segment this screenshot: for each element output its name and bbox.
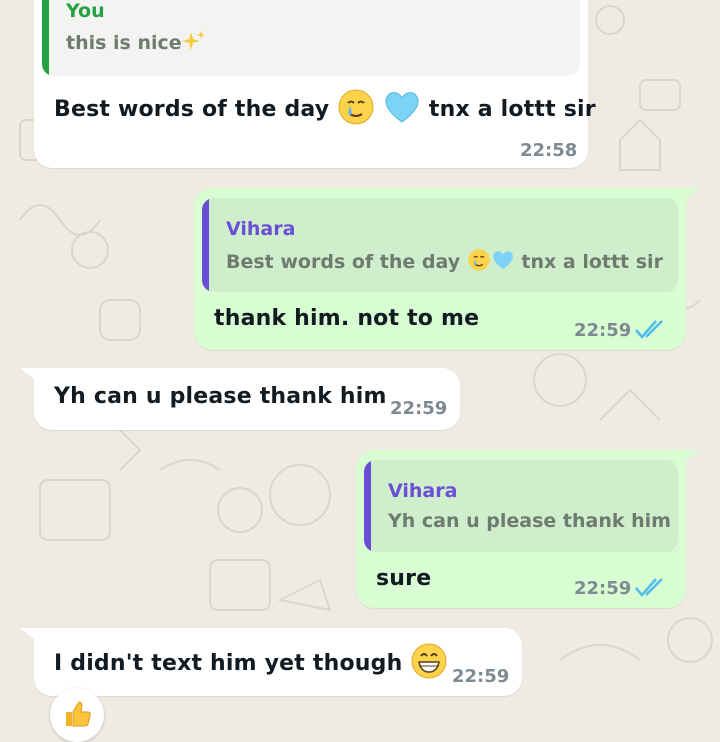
message-bubble-outgoing[interactable]: Vihara Yh can u please thank him sure 22… (356, 450, 686, 608)
message-timestamp: 22:59 (390, 398, 448, 419)
message-bubble-incoming[interactable]: Yh can u please thank him 22:59 (34, 368, 460, 430)
message-text-row: Best words of the day tnx a lottt sir (54, 88, 596, 132)
reaction-badge[interactable] (50, 688, 104, 742)
message-text: sure (376, 566, 432, 591)
crying-smile-emoji-icon (467, 248, 491, 277)
quote-text: this is nice (66, 32, 182, 54)
message-text: Yh can u please thank him (54, 384, 387, 409)
crying-smile-emoji-icon (337, 88, 375, 132)
message-text: I didn't text him yet though (54, 651, 403, 676)
quote-author: You (66, 0, 105, 22)
read-double-check-icon (635, 320, 663, 339)
message-bubble-outgoing[interactable]: Vihara Best words of the day tnx a lottt… (194, 188, 686, 350)
quote-text: Best words of the day (226, 251, 461, 273)
message-timestamp: 22:59 (452, 666, 510, 687)
thumbs-up-icon (66, 701, 91, 727)
message-timestamp: 22:58 (520, 140, 578, 161)
message-bubble-incoming[interactable]: You this is nice Best words of the day t… (34, 0, 596, 168)
message-text: thank him. not to me (214, 306, 480, 331)
read-double-check-icon (635, 578, 663, 597)
quote-accent-bar (42, 0, 49, 76)
quote-text: Yh can u please thank him (388, 510, 671, 532)
light-blue-heart-icon (383, 89, 421, 131)
quoted-reply[interactable]: Vihara Yh can u please thank him (364, 460, 678, 552)
message-timestamp: 22:59 (574, 578, 632, 599)
quote-text-continued: tnx a lottt sir (521, 251, 663, 273)
sparkles-icon (181, 30, 206, 57)
message-bubble-incoming[interactable]: I didn't text him yet though 22:59 (34, 628, 522, 696)
light-blue-heart-icon (491, 249, 515, 276)
quote-accent-bar (364, 460, 371, 552)
quote-text-row: this is nice (66, 30, 206, 57)
message-timestamp: 22:59 (574, 320, 632, 341)
quote-accent-bar (202, 198, 209, 292)
quote-author: Vihara (226, 218, 296, 240)
message-text-row: I didn't text him yet though (54, 642, 448, 686)
quote-text-row: Best words of the day tnx a lottt sir (226, 248, 663, 277)
quoted-reply[interactable]: Vihara Best words of the day tnx a lottt… (202, 198, 678, 292)
quoted-reply[interactable]: You this is nice (42, 0, 580, 76)
quote-author: Vihara (388, 480, 458, 502)
grinning-face-icon (410, 642, 448, 686)
message-text-continued: tnx a lottt sir (428, 97, 596, 122)
message-text: Best words of the day (54, 97, 330, 122)
